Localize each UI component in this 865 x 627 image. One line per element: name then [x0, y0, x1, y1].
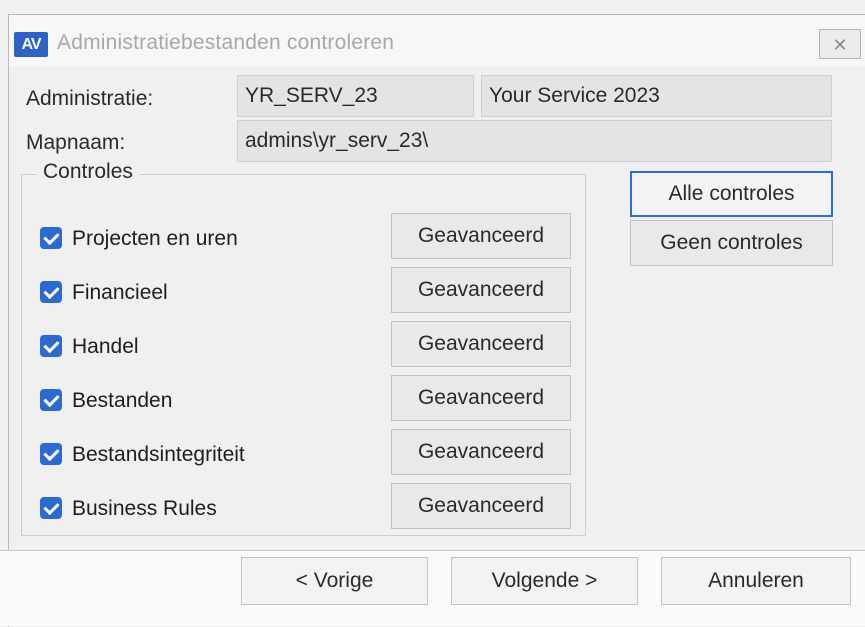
geavanceerd-button-handel[interactable]: Geavanceerd — [391, 321, 571, 367]
geavanceerd-button-projecten[interactable]: Geavanceerd — [391, 213, 571, 259]
alle-controles-button[interactable]: Alle controles — [630, 171, 833, 217]
geen-controles-button[interactable]: Geen controles — [630, 220, 833, 266]
checkmark-icon[interactable] — [40, 389, 62, 411]
cancel-button[interactable]: Annuleren — [661, 557, 851, 605]
checkmark-icon[interactable] — [40, 281, 62, 303]
geavanceerd-button-financieel[interactable]: Geavanceerd — [391, 267, 571, 313]
checkbox-label: Handel — [72, 332, 139, 362]
administratie-label: Administratie: — [26, 87, 153, 111]
checkbox-label: Bestandsintegriteit — [72, 440, 245, 470]
checkbox-label: Business Rules — [72, 494, 217, 524]
geavanceerd-button-bestandsintegriteit[interactable]: Geavanceerd — [391, 429, 571, 475]
administratie-code-field: YR_SERV_23 — [237, 75, 474, 117]
checkbox-label: Projecten en uren — [72, 224, 238, 254]
checkmark-icon[interactable] — [40, 335, 62, 357]
window-title: Administratiebestanden controleren — [57, 31, 394, 55]
mapnaam-field: admins\yr_serv_23\ — [237, 120, 832, 162]
title-bar: AV Administratiebestanden controleren ✕ — [9, 15, 865, 67]
controles-legend: Controles — [37, 160, 139, 184]
checkmark-icon[interactable] — [40, 443, 62, 465]
checkmark-icon[interactable] — [40, 227, 62, 249]
checkbox-label: Financieel — [72, 278, 168, 308]
next-button[interactable]: Volgende > — [451, 557, 638, 605]
administratie-name-field: Your Service 2023 — [481, 75, 832, 117]
checkbox-label: Bestanden — [72, 386, 172, 416]
close-icon: ✕ — [832, 35, 847, 55]
close-button[interactable]: ✕ — [819, 29, 861, 59]
av-logo-icon: AV — [14, 32, 48, 57]
geavanceerd-button-business-rules[interactable]: Geavanceerd — [391, 483, 571, 529]
previous-button[interactable]: < Vorige — [241, 557, 428, 605]
mapnaam-label: Mapnaam: — [26, 131, 125, 155]
checkmark-icon[interactable] — [40, 497, 62, 519]
geavanceerd-button-bestanden[interactable]: Geavanceerd — [391, 375, 571, 421]
